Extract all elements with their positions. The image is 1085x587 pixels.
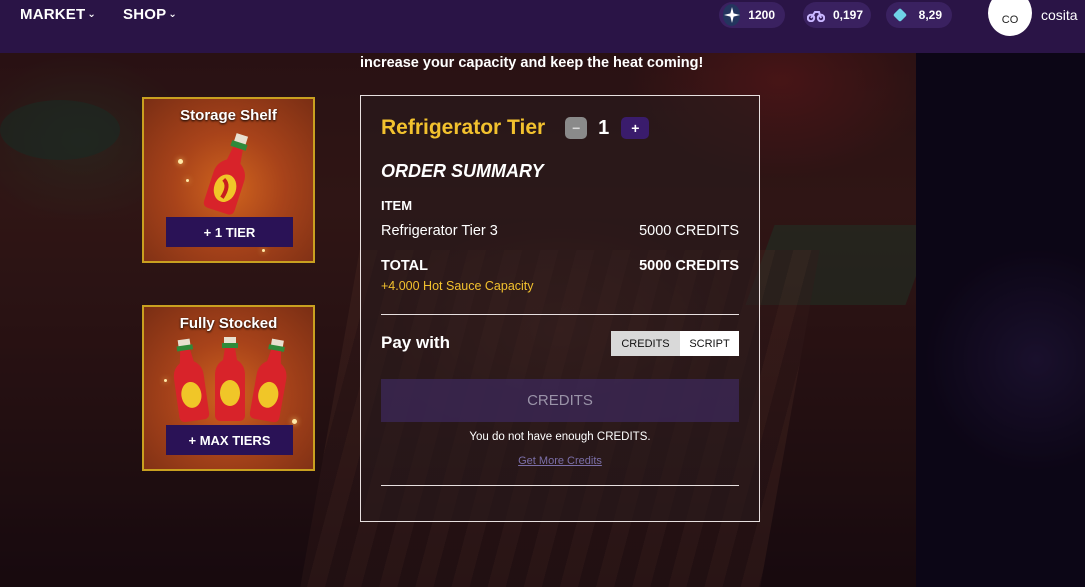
avatar[interactable]: CO xyxy=(988,0,1032,36)
get-more-credits-link[interactable]: Get More Credits xyxy=(361,455,759,467)
decrease-quantity-button[interactable]: − xyxy=(565,117,588,139)
increase-quantity-button[interactable]: + xyxy=(621,117,650,139)
stat-bikes-value: 0,197 xyxy=(833,8,864,22)
gem-icon xyxy=(890,4,911,26)
chevron-down-icon: ⌄ xyxy=(168,9,177,20)
item-name: Refrigerator Tier 3 xyxy=(381,223,498,239)
order-summary-heading: ORDER SUMMARY xyxy=(381,161,544,181)
add-max-tiers-button[interactable]: + MAX TIERS xyxy=(166,425,293,455)
hot-sauce-bottle-icon xyxy=(203,133,249,215)
payment-method-toggle: CREDITS SCRIPT xyxy=(611,331,739,356)
divider xyxy=(381,485,739,486)
top-nav-bar: MARKET ⌄ SHOP ⌄ 1200 0,197 8,29 CO cosita xyxy=(0,0,1085,53)
sparkle-decoration xyxy=(292,419,297,424)
tier-selector: Refrigerator Tier − 1 + xyxy=(381,116,650,140)
item-price: 5000 CREDITS xyxy=(639,223,739,239)
stat-stars-value: 1200 xyxy=(748,8,775,22)
sparkle-decoration xyxy=(164,379,167,382)
buy-with-credits-button[interactable]: CREDITS xyxy=(381,379,739,422)
divider xyxy=(381,314,739,315)
nav-shop[interactable]: SHOP ⌄ xyxy=(123,6,177,23)
tier-title: Refrigerator Tier xyxy=(381,116,546,139)
star-icon xyxy=(723,4,741,26)
stat-bikes[interactable]: 0,197 xyxy=(803,2,871,28)
username[interactable]: cosita xyxy=(1041,7,1078,23)
sparkle-decoration xyxy=(178,159,183,164)
pay-with-label: Pay with xyxy=(381,333,450,352)
stat-gems[interactable]: 8,29 xyxy=(886,2,952,28)
total-label: TOTAL xyxy=(381,258,428,274)
motorbike-icon xyxy=(807,4,825,26)
intro-text: increase your capacity and keep the heat… xyxy=(360,55,704,71)
upgrade-card-title: Storage Shelf xyxy=(180,107,277,124)
nav-market[interactable]: MARKET ⌄ xyxy=(20,6,96,23)
upgrade-card-fully-stocked[interactable]: Fully Stocked + MAX TIERS xyxy=(142,305,315,471)
insufficient-credits-warning: You do not have enough CREDITS. xyxy=(469,431,651,443)
nav-shop-label: SHOP xyxy=(123,6,167,23)
stat-stars[interactable]: 1200 xyxy=(719,2,785,28)
sparkle-decoration xyxy=(262,249,265,252)
add-one-tier-button[interactable]: + 1 TIER xyxy=(166,217,293,247)
sparkle-decoration xyxy=(186,179,189,182)
pay-option-credits[interactable]: CREDITS xyxy=(611,331,680,356)
avatar-initials: CO xyxy=(1001,14,1019,26)
total-value: 5000 CREDITS xyxy=(639,258,739,274)
nav-market-label: MARKET xyxy=(20,6,86,23)
capacity-note: +4.000 Hot Sauce Capacity xyxy=(381,279,534,293)
upgrade-card-title: Fully Stocked xyxy=(179,315,278,332)
stat-gems-value: 8,29 xyxy=(918,8,942,22)
upgrade-card-storage-shelf[interactable]: Storage Shelf + 1 TIER xyxy=(142,97,315,263)
chevron-down-icon: ⌄ xyxy=(87,9,96,20)
order-panel: Refrigerator Tier − 1 + ORDER SUMMARY IT… xyxy=(360,95,760,522)
item-column-label: ITEM xyxy=(381,198,413,213)
hot-sauce-bottles-icon xyxy=(173,337,287,423)
quantity-value: 1 xyxy=(598,116,610,139)
pay-option-script[interactable]: SCRIPT xyxy=(680,331,739,356)
